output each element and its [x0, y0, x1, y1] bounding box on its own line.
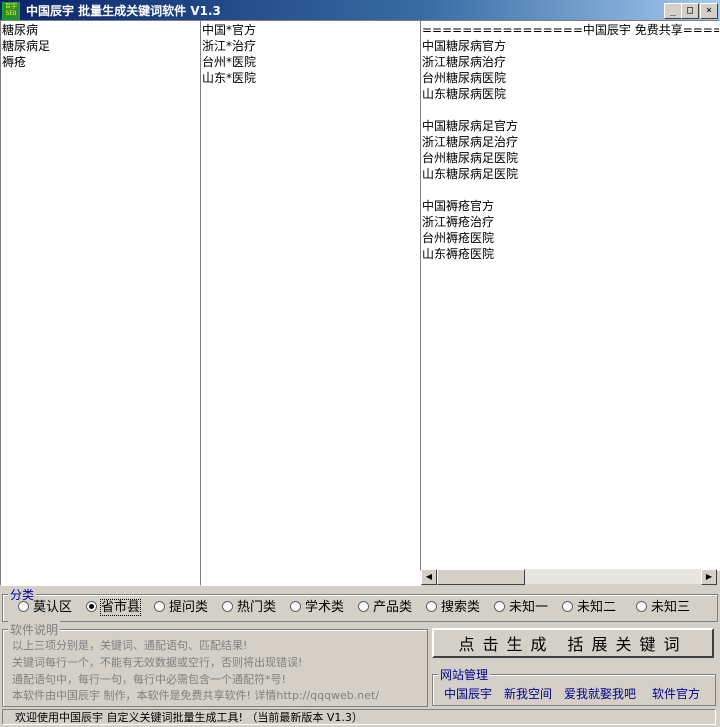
scroll-left-arrow-icon[interactable]: ◀: [421, 569, 437, 585]
help-legend: 软件说明: [8, 621, 61, 638]
site-link[interactable]: 中国辰宇: [444, 685, 492, 702]
result-line: [421, 102, 719, 118]
category-radio-label: 省市县: [99, 599, 142, 616]
radio-circle-icon[interactable]: [18, 601, 29, 612]
radio-circle-icon[interactable]: [154, 601, 165, 612]
help-text-line: 通配语句中，每行一句，每行中必需包含一个通配符*号!: [12, 673, 286, 686]
pattern-line: 浙江*治疗: [202, 39, 257, 53]
patterns-textarea[interactable]: 中国*官方浙江*治疗台州*医院山东*医院: [200, 20, 421, 586]
app-icon: 百宇 SEO: [2, 2, 20, 20]
help-text-line: 本软件由中国辰宇 制作，本软件是免费共享软件! 详情http://qqqweb.…: [12, 689, 380, 702]
category-radio-label: 搜索类: [441, 600, 481, 615]
result-line: 台州糖尿病足医院: [422, 151, 519, 165]
result-line: 山东糖尿病足医院: [422, 167, 519, 181]
maximize-button[interactable]: □: [681, 3, 699, 19]
help-text-line: 以上三项分别是，关键词、通配语句、匹配结果!: [12, 639, 248, 652]
result-line: 台州褥疮医院: [422, 231, 495, 245]
result-line: [421, 182, 719, 198]
result-line: 山东褥疮医院: [422, 247, 495, 261]
radio-circle-icon[interactable]: [290, 601, 301, 612]
title-bar: 百宇 SEO 中国辰宇 批量生成关键词软件 V1.3 _ □ ×: [0, 0, 720, 20]
keyword-line: 糖尿病足: [2, 39, 51, 53]
result-line: 浙江糖尿病足治疗: [422, 135, 519, 149]
result-line: 中国褥疮官方: [422, 199, 495, 213]
pattern-line: 山东*医院: [202, 71, 257, 85]
category-radio-label: 未知三: [651, 600, 691, 615]
category-radio-label: 莫认区: [33, 600, 73, 615]
radio-circle-icon[interactable]: [636, 601, 647, 612]
category-radio-label: 未知二: [577, 600, 617, 615]
site-link[interactable]: 爱我就娶我吧: [564, 685, 636, 702]
radio-circle-icon[interactable]: [86, 601, 97, 612]
site-legend: 网站管理: [438, 666, 491, 683]
scroll-right-arrow-icon[interactable]: ▶: [701, 569, 717, 585]
site-link[interactable]: 新我空间: [504, 685, 552, 702]
category-radio[interactable]: 搜索类: [426, 601, 480, 615]
category-radio-label: 提问类: [169, 600, 209, 615]
minimize-button[interactable]: _: [664, 3, 682, 19]
category-radio-label: 学术类: [305, 600, 345, 615]
results-textarea[interactable]: ================中国辰宇 免费共享===============…: [420, 20, 720, 571]
category-radio[interactable]: 学术类: [290, 601, 344, 615]
category-radio-label: 未知一: [509, 600, 549, 615]
pattern-line: 台州*医院: [202, 55, 257, 69]
status-bar: 欢迎使用中国辰宇 自定义关键词批量生成工具! （当前最新版本 V1.3）: [2, 709, 716, 725]
result-line: 浙江褥疮治疗: [422, 215, 495, 229]
scrollbar-thumb[interactable]: [437, 569, 525, 585]
radio-circle-icon[interactable]: [358, 601, 369, 612]
keyword-line: 糖尿病: [2, 23, 39, 37]
pattern-line: 中国*官方: [202, 23, 257, 37]
generate-button[interactable]: 点击生成 括展关键词: [432, 628, 714, 658]
radio-circle-icon[interactable]: [562, 601, 573, 612]
category-radio[interactable]: 未知一: [494, 601, 548, 615]
window-title: 中国辰宇 批量生成关键词软件 V1.3: [26, 4, 221, 18]
result-line: ================中国辰宇 免费共享===============…: [422, 23, 719, 37]
close-button[interactable]: ×: [700, 3, 718, 19]
result-line: 山东糖尿病医院: [422, 87, 507, 101]
category-radio-label: 热门类: [237, 600, 277, 615]
result-line: 中国糖尿病足官方: [422, 119, 519, 133]
category-radio-label: 产品类: [373, 600, 413, 615]
category-radio[interactable]: 未知二: [562, 601, 616, 615]
category-radio[interactable]: 未知三: [636, 601, 690, 615]
keywords-textarea[interactable]: 糖尿病 糖尿病足 褥疮: [0, 20, 201, 586]
results-horizontal-scrollbar[interactable]: ◀ ▶: [421, 569, 717, 585]
category-radio[interactable]: 省市县: [86, 599, 142, 616]
keyword-line: 褥疮: [2, 55, 27, 69]
category-radio[interactable]: 产品类: [358, 601, 412, 615]
radio-circle-icon[interactable]: [494, 601, 505, 612]
result-line: 台州糖尿病医院: [422, 71, 507, 85]
category-radio[interactable]: 莫认区: [18, 601, 72, 615]
result-line: 中国糖尿病官方: [422, 39, 507, 53]
help-text-line: 关键词每行一个，不能有无效数据或空行，否则将出现错误!: [12, 656, 303, 669]
category-radio[interactable]: 热门类: [222, 601, 276, 615]
site-link[interactable]: 软件官方: [652, 685, 700, 702]
radio-circle-icon[interactable]: [222, 601, 233, 612]
result-line: 浙江糖尿病治疗: [422, 55, 507, 69]
category-radio[interactable]: 提问类: [154, 601, 208, 615]
radio-circle-icon[interactable]: [426, 601, 437, 612]
